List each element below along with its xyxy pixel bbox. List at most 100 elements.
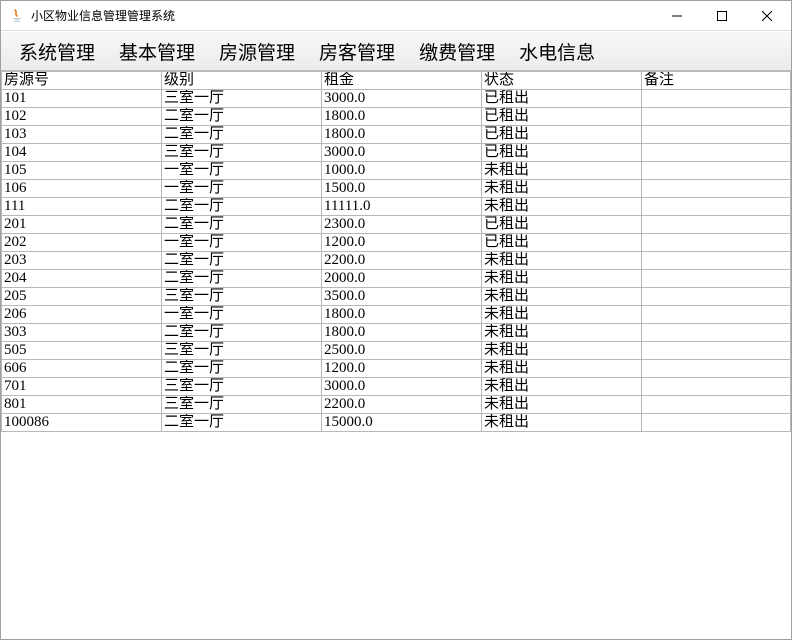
cell-rent[interactable]: 15000.0: [322, 414, 482, 432]
cell-level[interactable]: 一室一厅: [162, 162, 322, 180]
cell-level[interactable]: 三室一厅: [162, 396, 322, 414]
cell-note[interactable]: [642, 252, 791, 270]
table-row[interactable]: 606二室一厅1200.0未租出: [2, 360, 791, 378]
cell-id[interactable]: 505: [2, 342, 162, 360]
cell-note[interactable]: [642, 378, 791, 396]
cell-note[interactable]: [642, 126, 791, 144]
table-row[interactable]: 104三室一厅3000.0已租出: [2, 144, 791, 162]
menu-utility[interactable]: 水电信息: [507, 34, 607, 69]
cell-rent[interactable]: 1800.0: [322, 126, 482, 144]
cell-id[interactable]: 103: [2, 126, 162, 144]
cell-note[interactable]: [642, 162, 791, 180]
cell-note[interactable]: [642, 198, 791, 216]
table-row[interactable]: 105一室一厅1000.0未租出: [2, 162, 791, 180]
menu-tenant[interactable]: 房客管理: [307, 34, 407, 69]
cell-rent[interactable]: 2200.0: [322, 252, 482, 270]
cell-level[interactable]: 三室一厅: [162, 342, 322, 360]
cell-rent[interactable]: 1500.0: [322, 180, 482, 198]
cell-id[interactable]: 100086: [2, 414, 162, 432]
close-button[interactable]: [744, 1, 789, 30]
cell-id[interactable]: 801: [2, 396, 162, 414]
cell-rent[interactable]: 3500.0: [322, 288, 482, 306]
cell-note[interactable]: [642, 234, 791, 252]
cell-status[interactable]: 未租出: [482, 180, 642, 198]
cell-note[interactable]: [642, 216, 791, 234]
col-level[interactable]: 级别: [162, 72, 322, 90]
cell-id[interactable]: 111: [2, 198, 162, 216]
table-row[interactable]: 206一室一厅1800.0未租出: [2, 306, 791, 324]
cell-level[interactable]: 一室一厅: [162, 306, 322, 324]
cell-rent[interactable]: 1800.0: [322, 306, 482, 324]
table-row[interactable]: 202一室一厅1200.0已租出: [2, 234, 791, 252]
cell-id[interactable]: 101: [2, 90, 162, 108]
cell-level[interactable]: 三室一厅: [162, 288, 322, 306]
cell-note[interactable]: [642, 90, 791, 108]
cell-status[interactable]: 未租出: [482, 342, 642, 360]
cell-level[interactable]: 一室一厅: [162, 180, 322, 198]
cell-rent[interactable]: 2300.0: [322, 216, 482, 234]
cell-id[interactable]: 205: [2, 288, 162, 306]
cell-status[interactable]: 未租出: [482, 288, 642, 306]
cell-id[interactable]: 203: [2, 252, 162, 270]
cell-status[interactable]: 已租出: [482, 144, 642, 162]
cell-id[interactable]: 202: [2, 234, 162, 252]
table-row[interactable]: 204二室一厅2000.0未租出: [2, 270, 791, 288]
table-row[interactable]: 103二室一厅1800.0已租出: [2, 126, 791, 144]
cell-status[interactable]: 未租出: [482, 414, 642, 432]
cell-status[interactable]: 未租出: [482, 378, 642, 396]
cell-status[interactable]: 已租出: [482, 108, 642, 126]
cell-rent[interactable]: 11111.0: [322, 198, 482, 216]
cell-rent[interactable]: 3000.0: [322, 144, 482, 162]
cell-note[interactable]: [642, 342, 791, 360]
cell-rent[interactable]: 2500.0: [322, 342, 482, 360]
cell-level[interactable]: 二室一厅: [162, 198, 322, 216]
table-row[interactable]: 106一室一厅1500.0未租出: [2, 180, 791, 198]
cell-level[interactable]: 二室一厅: [162, 270, 322, 288]
table-row[interactable]: 201二室一厅2300.0已租出: [2, 216, 791, 234]
cell-status[interactable]: 未租出: [482, 198, 642, 216]
cell-status[interactable]: 已租出: [482, 126, 642, 144]
menu-payment[interactable]: 缴费管理: [407, 34, 507, 69]
cell-level[interactable]: 二室一厅: [162, 360, 322, 378]
cell-status[interactable]: 已租出: [482, 234, 642, 252]
cell-note[interactable]: [642, 270, 791, 288]
cell-note[interactable]: [642, 180, 791, 198]
cell-level[interactable]: 二室一厅: [162, 324, 322, 342]
cell-rent[interactable]: 1200.0: [322, 234, 482, 252]
col-status[interactable]: 状态: [482, 72, 642, 90]
cell-id[interactable]: 206: [2, 306, 162, 324]
menu-system[interactable]: 系统管理: [7, 34, 107, 69]
cell-note[interactable]: [642, 108, 791, 126]
cell-status[interactable]: 未租出: [482, 306, 642, 324]
cell-note[interactable]: [642, 396, 791, 414]
cell-id[interactable]: 701: [2, 378, 162, 396]
cell-status[interactable]: 未租出: [482, 324, 642, 342]
cell-note[interactable]: [642, 288, 791, 306]
cell-id[interactable]: 201: [2, 216, 162, 234]
cell-level[interactable]: 三室一厅: [162, 90, 322, 108]
cell-id[interactable]: 204: [2, 270, 162, 288]
cell-rent[interactable]: 1200.0: [322, 360, 482, 378]
col-note[interactable]: 备注: [642, 72, 791, 90]
cell-rent[interactable]: 2200.0: [322, 396, 482, 414]
table-row[interactable]: 100086二室一厅15000.0未租出: [2, 414, 791, 432]
col-rent[interactable]: 租金: [322, 72, 482, 90]
cell-status[interactable]: 未租出: [482, 270, 642, 288]
cell-status[interactable]: 已租出: [482, 90, 642, 108]
cell-level[interactable]: 二室一厅: [162, 216, 322, 234]
cell-id[interactable]: 105: [2, 162, 162, 180]
cell-rent[interactable]: 1800.0: [322, 324, 482, 342]
cell-rent[interactable]: 3000.0: [322, 378, 482, 396]
cell-rent[interactable]: 1800.0: [322, 108, 482, 126]
cell-note[interactable]: [642, 144, 791, 162]
table-row[interactable]: 303二室一厅1800.0未租出: [2, 324, 791, 342]
cell-status[interactable]: 未租出: [482, 252, 642, 270]
cell-note[interactable]: [642, 324, 791, 342]
col-id[interactable]: 房源号: [2, 72, 162, 90]
maximize-button[interactable]: [699, 1, 744, 30]
cell-level[interactable]: 二室一厅: [162, 108, 322, 126]
cell-note[interactable]: [642, 414, 791, 432]
cell-id[interactable]: 106: [2, 180, 162, 198]
cell-id[interactable]: 102: [2, 108, 162, 126]
cell-level[interactable]: 三室一厅: [162, 378, 322, 396]
